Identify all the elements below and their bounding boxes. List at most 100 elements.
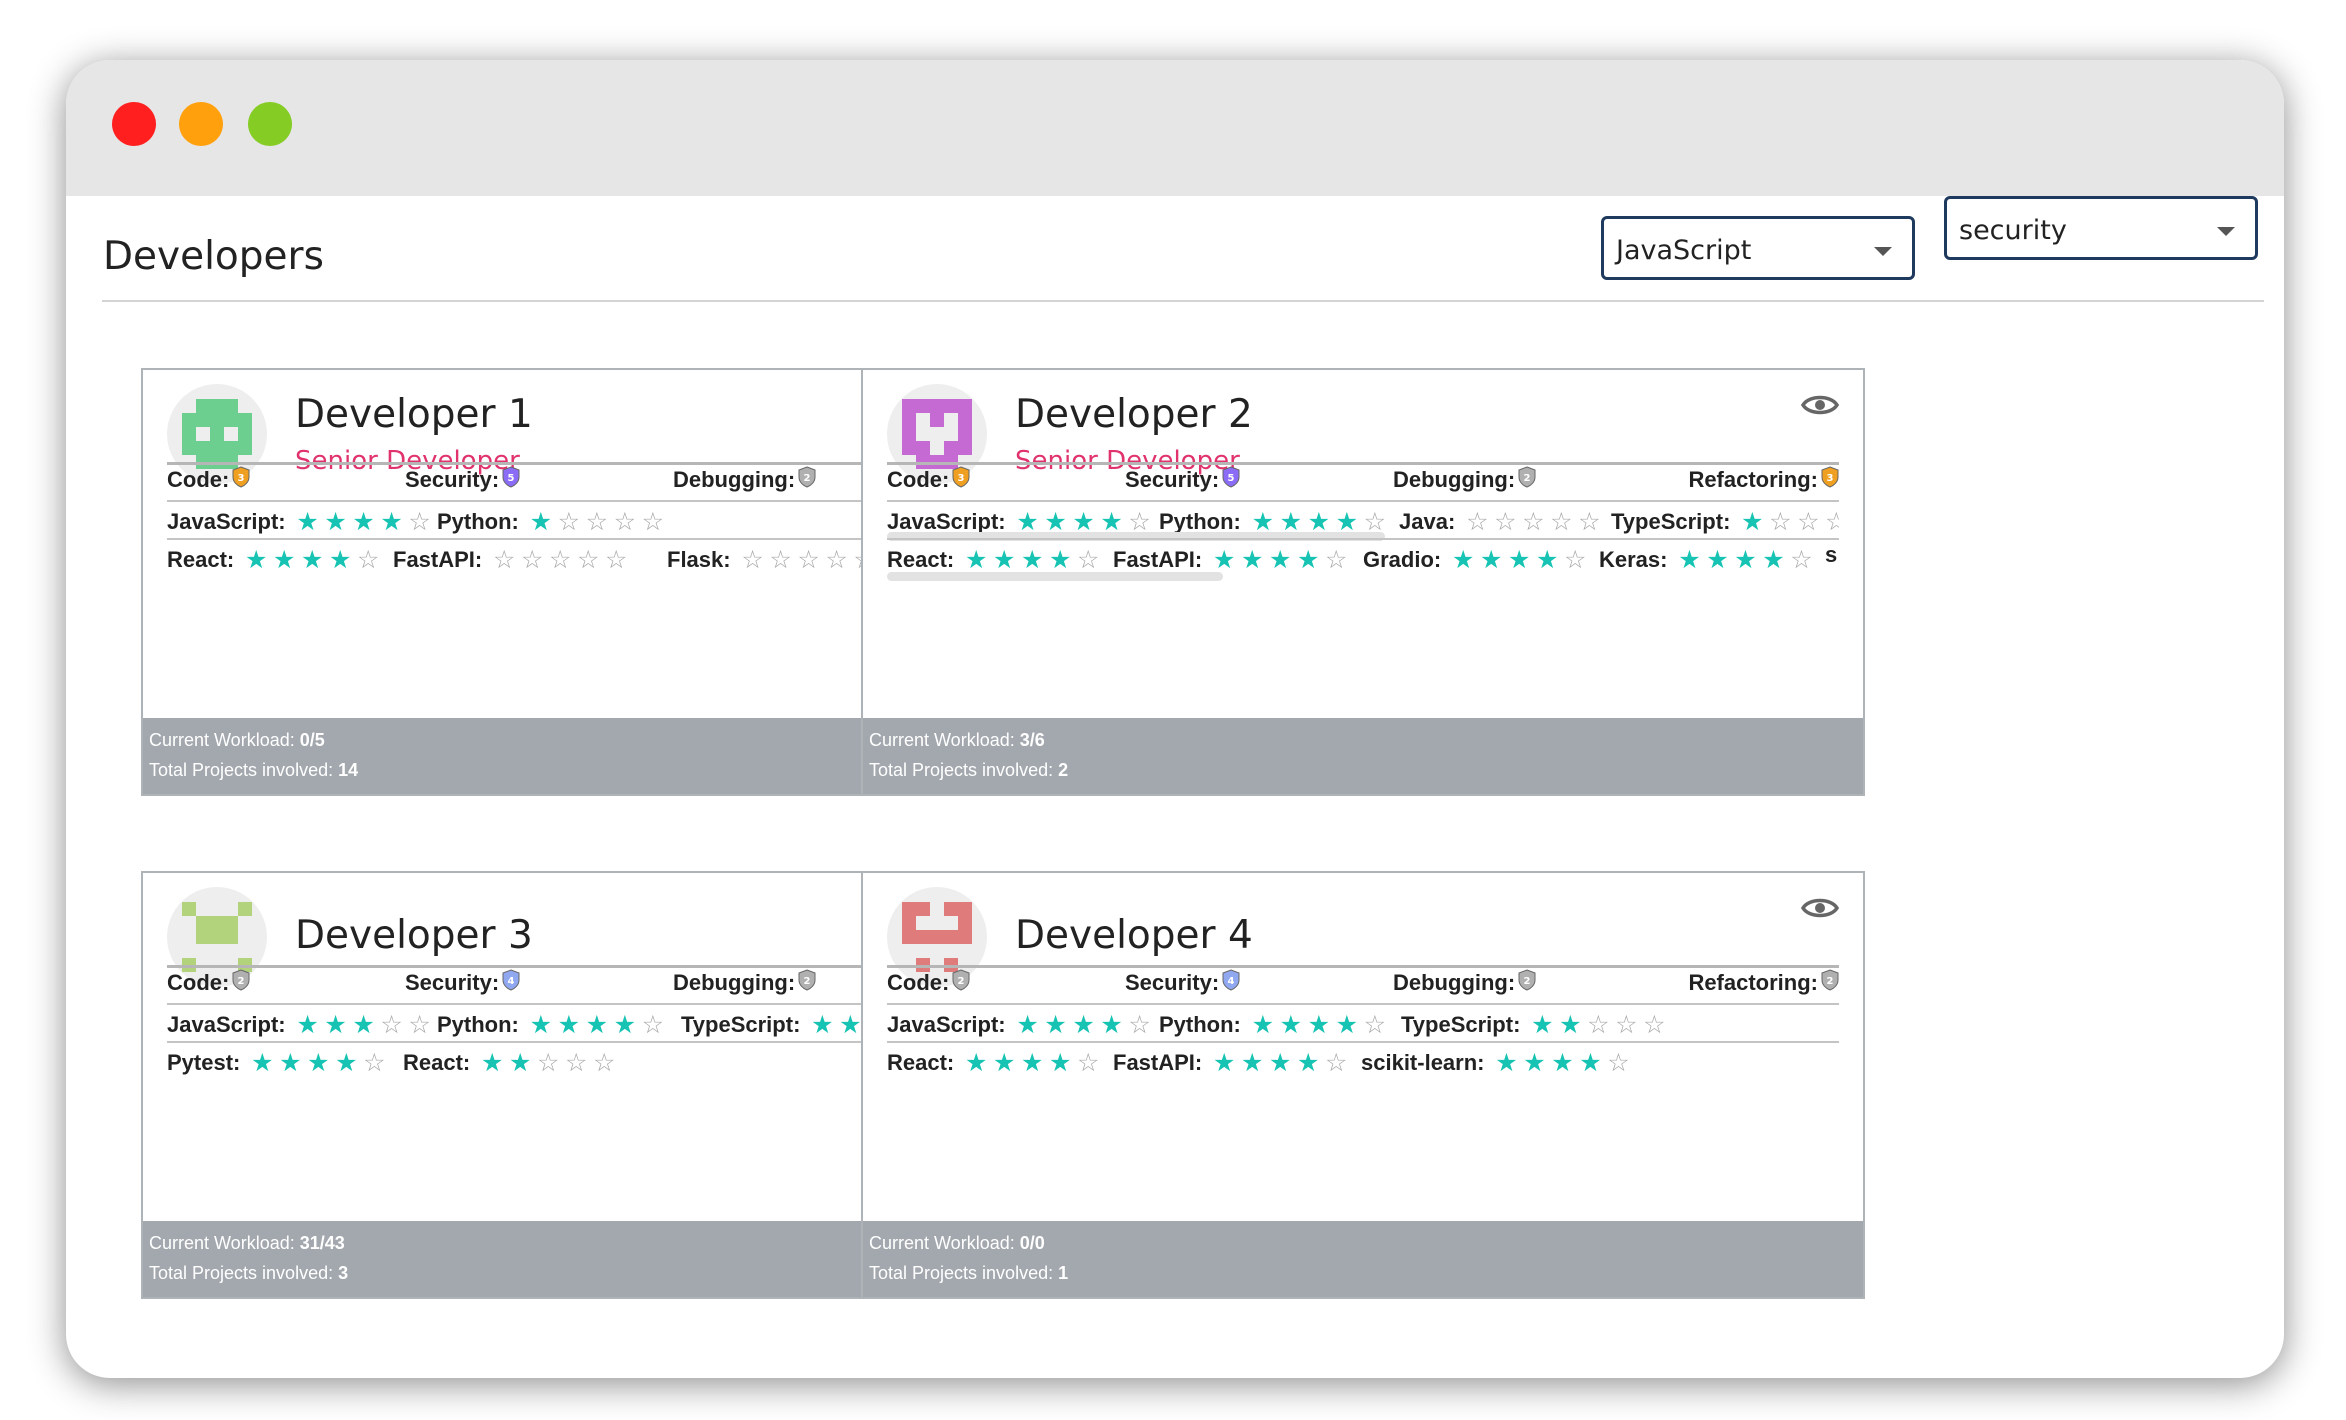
- svg-text:4: 4: [1228, 976, 1235, 987]
- developer-name: Developer 2: [1015, 392, 1253, 437]
- shield-badge-icon: 4: [1222, 969, 1240, 997]
- star-filled-icon: ★: [1678, 546, 1701, 574]
- star-filled-icon: ★: [1741, 508, 1764, 536]
- star-empty-icon: ☆: [797, 546, 820, 574]
- minimize-window-button[interactable]: [179, 102, 223, 146]
- chevron-down-icon: [1874, 247, 1892, 256]
- star-empty-icon: ☆: [408, 508, 431, 536]
- star-filled-icon: ★: [352, 508, 375, 536]
- skill-label: Keras:: [1599, 547, 1668, 572]
- maximize-window-button[interactable]: [248, 102, 292, 146]
- category-item: Debugging: 2: [1393, 466, 1536, 494]
- projects-value: 2: [1058, 760, 1069, 780]
- skill-filter-select[interactable]: security: [1944, 196, 2258, 260]
- skill-item: s: [1825, 542, 1837, 568]
- developer-name: Developer 1: [295, 392, 533, 437]
- category-item: Debugging: 2: [673, 969, 816, 997]
- close-window-button[interactable]: [112, 102, 156, 146]
- skill-label: JavaScript:: [167, 509, 286, 534]
- star-rating: ★ ★ ★ ★ ☆: [1210, 542, 1350, 578]
- projects-label: Total Projects involved:: [869, 760, 1054, 780]
- star-filled-icon: ★: [301, 546, 324, 574]
- section-divider: [887, 1003, 1839, 1005]
- star-empty-icon: ☆: [363, 1049, 386, 1077]
- skill-item: scikit-learn: ★ ★ ★ ★ ☆: [1361, 1045, 1633, 1081]
- skill-item: React: ★ ★ ★ ★ ☆: [887, 1045, 1102, 1081]
- skill-item: React: ★ ★ ★ ★ ☆: [167, 542, 382, 578]
- card-footer: Current Workload: 3/6 Total Projects invo…: [863, 718, 1863, 794]
- workload-value: 31/43: [299, 1233, 345, 1253]
- star-filled-icon: ★: [1508, 546, 1531, 574]
- category-row: Code: 3 Security: 5 Debugging: 2 Refactoring: 3: [887, 466, 1839, 502]
- svg-text:2: 2: [238, 976, 245, 987]
- star-filled-icon: ★: [307, 1049, 330, 1077]
- star-empty-icon: ☆: [1825, 508, 1839, 536]
- shield-badge-icon: 3: [1821, 466, 1839, 494]
- star-rating: ★☆☆☆☆: [1738, 504, 1839, 540]
- section-divider: [887, 538, 1839, 540]
- title-bar: [66, 60, 2284, 196]
- skill-item: TypeScript: ★ ★ ☆ ☆ ☆: [1401, 1007, 1668, 1043]
- skill-label: FastAPI:: [1113, 547, 1203, 572]
- skill-item: Python: ★ ★ ★ ★ ☆: [437, 1007, 667, 1043]
- star-empty-icon: ☆: [1769, 508, 1792, 536]
- star-filled-icon: ★: [1269, 546, 1292, 574]
- star-empty-icon: ☆: [493, 546, 516, 574]
- category-label: Security:: [405, 467, 500, 492]
- category-label: Debugging:: [673, 970, 796, 995]
- shield-badge-icon: 2: [1518, 466, 1536, 494]
- svg-text:2: 2: [958, 976, 965, 987]
- shield-badge-icon: 4: [502, 969, 520, 997]
- category-label: Code:: [167, 467, 230, 492]
- svg-text:2: 2: [804, 976, 811, 987]
- star-filled-icon: ★: [296, 508, 319, 536]
- star-filled-icon: ★: [1335, 1011, 1359, 1039]
- horizontal-scrollbar[interactable]: [887, 572, 1223, 581]
- projects-line: Total Projects involved: 2: [869, 760, 1068, 781]
- star-filled-icon: ★: [1523, 1049, 1546, 1077]
- star-rating: ★ ★ ★ ★ ☆: [1210, 1045, 1350, 1081]
- star-filled-icon: ★: [1559, 1011, 1582, 1039]
- star-filled-icon: ★: [245, 546, 268, 574]
- workload-value: 3/6: [1019, 730, 1045, 750]
- star-empty-icon: ☆: [537, 1049, 560, 1077]
- star-rating: ★ ★ ★ ★ ☆: [1675, 542, 1815, 578]
- projects-value: 14: [338, 760, 359, 780]
- star-filled-icon: ★: [335, 1049, 358, 1077]
- workload-label: Current Workload:: [869, 730, 1015, 750]
- star-rating: ★ ★ ★ ★ ☆: [248, 1045, 388, 1081]
- category-item: Security: 4: [405, 969, 520, 997]
- skill-label: Python:: [1159, 1012, 1241, 1037]
- star-empty-icon: ☆: [1325, 546, 1348, 574]
- star-empty-icon: ☆: [1587, 1011, 1610, 1039]
- star-empty-icon: ☆: [641, 1011, 665, 1039]
- star-rating: ★★★☆☆: [294, 1007, 434, 1043]
- language-filter-select[interactable]: JavaScript: [1601, 216, 1915, 280]
- skill-item: Keras: ★ ★ ★ ★ ☆: [1599, 542, 1815, 578]
- star-filled-icon: ★: [352, 1011, 375, 1039]
- star-filled-icon: ★: [324, 1011, 347, 1039]
- star-empty-icon: ☆: [585, 508, 609, 536]
- star-rating: ★ ★ ★ ★ ☆: [1249, 1007, 1389, 1043]
- star-rating: ★ ★ ☆ ☆ ☆: [478, 1045, 618, 1081]
- eye-icon[interactable]: [1800, 895, 1840, 921]
- star-filled-icon: ★: [993, 1049, 1016, 1077]
- star-rating: ★ ★ ★ ★ ☆: [1449, 542, 1589, 578]
- star-empty-icon: ☆: [825, 546, 848, 574]
- star-filled-icon: ★: [324, 508, 347, 536]
- projects-line: Total Projects involved: 1: [869, 1263, 1068, 1284]
- star-empty-icon: ☆: [1494, 508, 1517, 536]
- star-empty-icon: ☆: [1466, 508, 1489, 536]
- chevron-down-icon: [2217, 227, 2235, 236]
- shield-badge-icon: 5: [502, 466, 520, 494]
- eye-icon[interactable]: [1800, 392, 1840, 418]
- skill-item: Flask: ☆☆☆☆☆: [667, 542, 879, 578]
- star-empty-icon: ☆: [1363, 1011, 1387, 1039]
- skill-label: Flask:: [667, 547, 731, 572]
- category-row: Code: 2 Security: 4 Debugging: 2 Refactoring: 2: [887, 969, 1839, 1005]
- category-label: Debugging:: [1393, 467, 1516, 492]
- skill-item: Python: ★ ☆ ☆ ☆ ☆: [437, 504, 667, 540]
- shield-badge-icon: 3: [952, 466, 970, 494]
- star-filled-icon: ★: [529, 508, 553, 536]
- star-empty-icon: ☆: [357, 546, 380, 574]
